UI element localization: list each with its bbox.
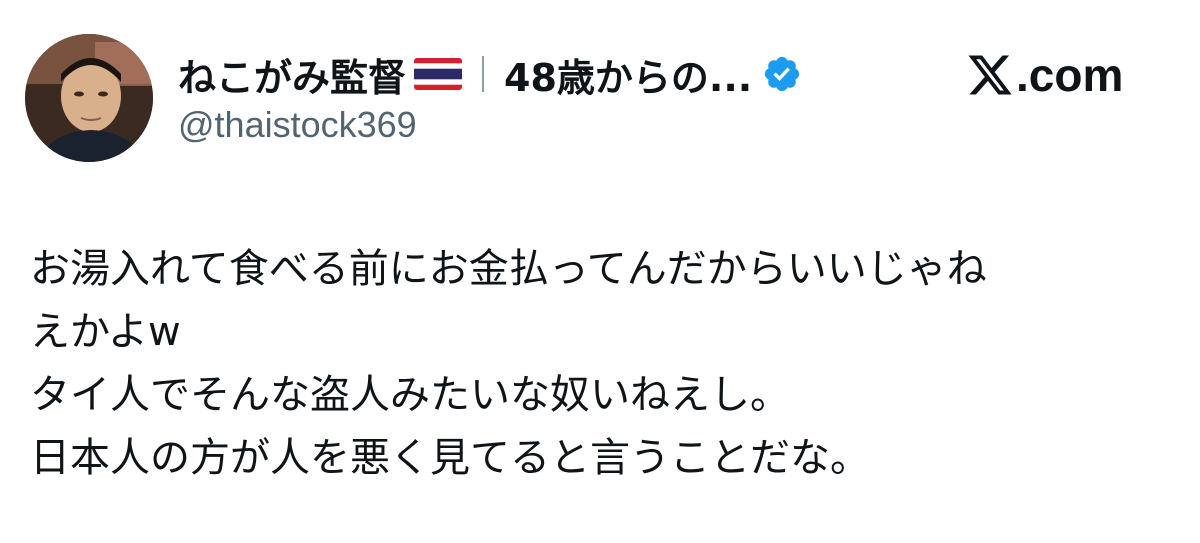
display-name[interactable]: ねこがみ監督	[178, 47, 406, 102]
tweet-card: ねこがみ監督 48歳からの... @thaistock369 .com お湯入れ…	[0, 0, 1200, 543]
avatar-image	[25, 34, 153, 162]
tweet-line: 日本人の方が人を悪く見てると言うことだな。	[30, 435, 870, 481]
tweet-text: お湯入れて食べる前にお金払ってんだからいいじゃね えかよw タイ人でそんな盗人み…	[30, 238, 1180, 490]
tweet-line: えかよw	[30, 309, 181, 355]
author-header: ねこがみ監督 48歳からの...	[178, 46, 802, 102]
user-handle[interactable]: @thaistock369	[178, 104, 417, 146]
separator	[482, 56, 485, 92]
avatar[interactable]	[25, 34, 153, 162]
verified-badge-icon	[762, 54, 802, 94]
x-logo-icon	[966, 51, 1014, 99]
thailand-flag-icon	[414, 58, 463, 90]
tweet-line: タイ人でそんな盗人みたいな奴いねえし。	[30, 372, 790, 418]
bio-snippet: 48歳からの...	[504, 55, 753, 100]
x-brand[interactable]: .com	[966, 44, 1123, 106]
tweet-line: お湯入れて食べる前にお金払ってんだからいいじゃね	[30, 246, 987, 292]
brand-domain: .com	[1016, 49, 1124, 101]
